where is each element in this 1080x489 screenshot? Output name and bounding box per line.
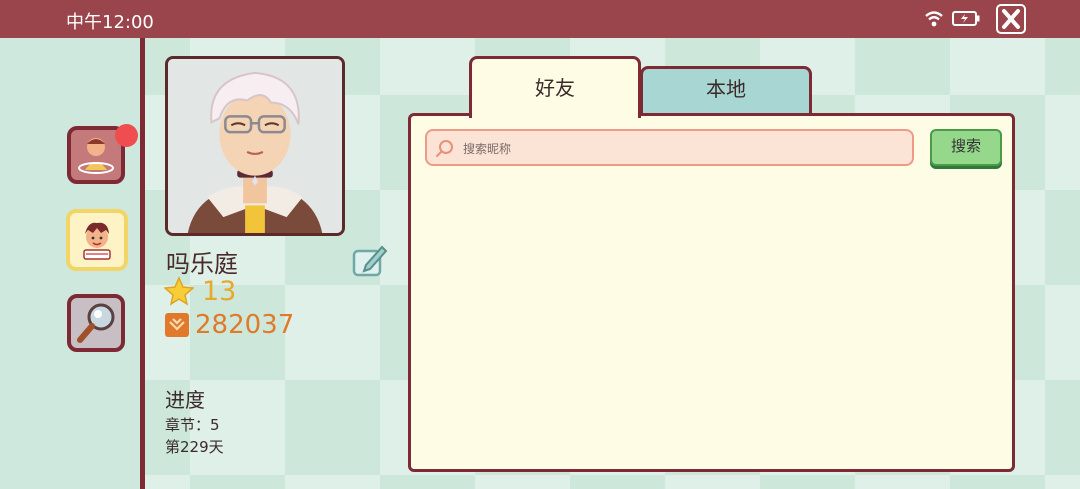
close-button[interactable]: [996, 4, 1026, 34]
top-bar: 中午12:00: [0, 0, 1080, 38]
friends-avatar-icon: [83, 222, 111, 260]
search-button[interactable]: 搜索: [930, 129, 1002, 166]
friends-panel: 搜索昵称 搜索: [408, 113, 1015, 472]
character-portrait: [168, 59, 342, 233]
magnifier-icon: [77, 303, 115, 343]
coin-icon: [165, 313, 189, 337]
sidebar-divider: [140, 38, 145, 489]
close-icon: [1002, 9, 1020, 29]
search-icon: [436, 140, 453, 157]
star-count: 13: [202, 276, 237, 307]
star-icon: [164, 276, 194, 306]
wifi-icon: [925, 11, 943, 27]
coin-count: 282037: [195, 310, 295, 340]
player-name: 吗乐庭: [166, 250, 238, 278]
character-outfit-icon: [78, 138, 114, 174]
tab-friends[interactable]: 好友: [469, 56, 641, 118]
avatar-portrait: [165, 56, 345, 236]
progress-title: 进度: [165, 388, 205, 412]
sidebar-item-explore[interactable]: [67, 294, 125, 352]
chapter-text: 章节：5: [165, 416, 220, 434]
search-placeholder: 搜索昵称: [463, 142, 512, 156]
notification-badge: [115, 124, 138, 147]
edit-icon[interactable]: [352, 243, 388, 277]
battery-icon: [952, 11, 980, 26]
sidebar-item-friends[interactable]: [66, 209, 128, 271]
search-input[interactable]: 搜索昵称: [425, 129, 914, 166]
clock-time: 中午12:00: [66, 12, 154, 33]
tab-local[interactable]: 本地: [640, 66, 812, 116]
day-text: 第229天: [165, 438, 224, 456]
